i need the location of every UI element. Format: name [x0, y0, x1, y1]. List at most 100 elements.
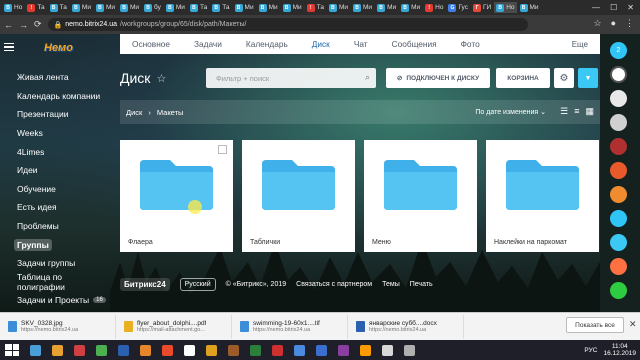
browser-tab[interactable]: B Ми: [351, 2, 374, 13]
download-item[interactable]: flyer_about_dolphi....pdf https://mail-at…: [120, 314, 232, 339]
list-view-icon[interactable]: ☰: [560, 106, 568, 117]
footer-brand[interactable]: Битрикс24: [120, 277, 170, 291]
settings-gear-icon[interactable]: ⚙: [554, 68, 574, 88]
folder-card[interactable]: Меню: [364, 140, 477, 252]
browser-tab[interactable]: B Но: [2, 2, 24, 13]
browser-tab[interactable]: B Та: [188, 2, 209, 13]
folder-card[interactable]: Наклейки на паркомат: [486, 140, 599, 252]
search-icon[interactable]: ⌕: [365, 72, 370, 83]
themes-link[interactable]: Темы: [382, 281, 400, 288]
sidebar-item[interactable]: Таблица по полиграфии: [0, 272, 110, 292]
filter-search-input[interactable]: Фильтр + поиск ⌕: [206, 68, 376, 88]
reload-icon[interactable]: ⟳: [34, 19, 42, 30]
browser-tab[interactable]: B Та: [210, 2, 231, 13]
compact-list-view-icon[interactable]: ≡: [574, 106, 579, 117]
breadcrumb-item-disk[interactable]: Диск: [126, 108, 142, 117]
tab-3[interactable]: Диск: [312, 39, 330, 49]
show-all-downloads-button[interactable]: Показать все: [566, 317, 624, 333]
keyboard-language[interactable]: РУС: [584, 347, 597, 354]
browser-tab[interactable]: B Ми: [233, 2, 256, 13]
taskbar-app-icon[interactable]: [118, 344, 129, 356]
browser-tab[interactable]: B Ми: [94, 2, 117, 13]
taskbar-app-icon[interactable]: [52, 344, 63, 356]
browser-tab[interactable]: B Но: [494, 2, 517, 13]
sidebar-item[interactable]: Календарь компании: [0, 87, 110, 106]
sidebar-item[interactable]: Задачи группы: [0, 254, 110, 273]
sidebar-item[interactable]: Weeks: [0, 124, 110, 143]
taskbar-app-icon[interactable]: [206, 344, 217, 356]
select-checkbox[interactable]: [218, 145, 227, 154]
nav-more-button[interactable]: Еще: [572, 40, 588, 49]
tab-6[interactable]: Фото: [461, 39, 480, 49]
download-item[interactable]: swimming-19-60x1....tif https://nemo.bitr…: [236, 314, 348, 339]
browser-tab[interactable]: ! Но: [423, 2, 445, 13]
right-panel-avatar[interactable]: [610, 138, 627, 155]
tab-2[interactable]: Календарь: [246, 39, 288, 49]
sort-dropdown[interactable]: По дате изменения ⌄: [475, 108, 546, 116]
folder-card[interactable]: Таблички: [242, 140, 355, 252]
browser-tab[interactable]: G Гус: [446, 2, 470, 13]
right-panel-avatar[interactable]: [610, 162, 627, 179]
browser-tab[interactable]: B Ми: [164, 2, 187, 13]
browser-tab[interactable]: B Ми: [281, 2, 304, 13]
sidebar-item[interactable]: Презентации: [0, 105, 110, 124]
favorite-star-icon[interactable]: ☆: [156, 72, 166, 85]
breadcrumb-item-current[interactable]: Макеты: [157, 108, 184, 117]
close-downloads-icon[interactable]: ✕: [629, 319, 637, 330]
browser-tab[interactable]: Г ГИ: [471, 2, 493, 13]
taskbar-app-icon[interactable]: [162, 344, 173, 356]
taskbar-app-icon[interactable]: [30, 344, 41, 356]
right-panel-avatar[interactable]: 2: [610, 42, 627, 59]
sidebar-item[interactable]: Идеи: [0, 161, 110, 180]
download-item[interactable]: январские субб....docx https://nemo.bitri…: [352, 314, 464, 339]
browser-tab[interactable]: B Ми: [327, 2, 350, 13]
sidebar-item[interactable]: Задачи и Проекты 16: [0, 291, 110, 310]
sidebar-item[interactable]: 4Limes: [0, 142, 110, 161]
right-panel-avatar[interactable]: [610, 114, 627, 131]
menu-dots-icon[interactable]: ⋮: [625, 18, 634, 29]
tab-4[interactable]: Чат: [354, 39, 368, 49]
browser-tab[interactable]: B Ми: [399, 2, 422, 13]
contact-partner-link[interactable]: Связаться с партнером: [296, 281, 372, 288]
taskbar-app-icon[interactable]: [184, 344, 195, 356]
folder-card[interactable]: Флаера: [120, 140, 233, 252]
taskbar-app-icon[interactable]: [338, 344, 349, 356]
close-icon[interactable]: ✕: [627, 3, 634, 12]
browser-tab[interactable]: ! Та: [305, 2, 326, 13]
right-panel-avatar[interactable]: [610, 66, 627, 83]
taskbar-app-icon[interactable]: [96, 344, 107, 356]
add-dropdown-chevron-icon[interactable]: ▼: [578, 68, 598, 88]
browser-tab[interactable]: B Ми: [118, 2, 141, 13]
browser-tab[interactable]: Bбу: [142, 2, 163, 13]
connect-disk-button[interactable]: ⊘ ПОДКЛЮЧЕН К ДИСКУ: [386, 68, 490, 88]
right-panel-avatar[interactable]: [610, 234, 627, 251]
right-panel-avatar[interactable]: [610, 258, 627, 275]
download-item[interactable]: SKV_0328.jpg https://nemo.bitrix24.ua: [4, 314, 116, 339]
language-select[interactable]: Русский: [179, 277, 216, 291]
bookmark-star-icon[interactable]: ☆: [593, 18, 601, 29]
taskbar-app-icon[interactable]: [316, 344, 327, 356]
tab-5[interactable]: Сообщения: [392, 39, 437, 49]
sidebar-item[interactable]: Проблемы: [0, 217, 110, 236]
back-icon[interactable]: ←: [4, 20, 13, 30]
right-panel-avatar[interactable]: [610, 282, 627, 299]
trash-button[interactable]: КОРЗИНА: [496, 68, 550, 88]
taskbar-app-icon[interactable]: [404, 344, 415, 356]
hamburger-menu-icon[interactable]: [4, 43, 14, 51]
taskbar-app-icon[interactable]: [74, 344, 85, 356]
tile-view-icon[interactable]: ▦: [585, 106, 594, 117]
url-field[interactable]: 🔒 nemo.bitrix24.ua/workgroups/group/65/d…: [47, 18, 528, 31]
tab-1[interactable]: Задачи: [194, 39, 222, 49]
taskbar-app-icon[interactable]: [382, 344, 393, 356]
company-logo[interactable]: Немо: [44, 42, 73, 54]
sidebar-item[interactable]: Живая лента: [0, 68, 110, 87]
sidebar-item[interactable]: Есть идея: [0, 198, 110, 217]
browser-tab[interactable]: B Ми: [375, 2, 398, 13]
clock[interactable]: 11:04 16.12.2019: [603, 343, 636, 357]
tab-0[interactable]: Основное: [132, 39, 170, 49]
taskbar-app-icon[interactable]: [294, 344, 305, 356]
browser-tab[interactable]: B Ми: [257, 2, 280, 13]
browser-tab[interactable]: B Ми: [70, 2, 93, 13]
minimize-icon[interactable]: —: [592, 3, 600, 12]
maximize-icon[interactable]: ☐: [610, 3, 617, 12]
